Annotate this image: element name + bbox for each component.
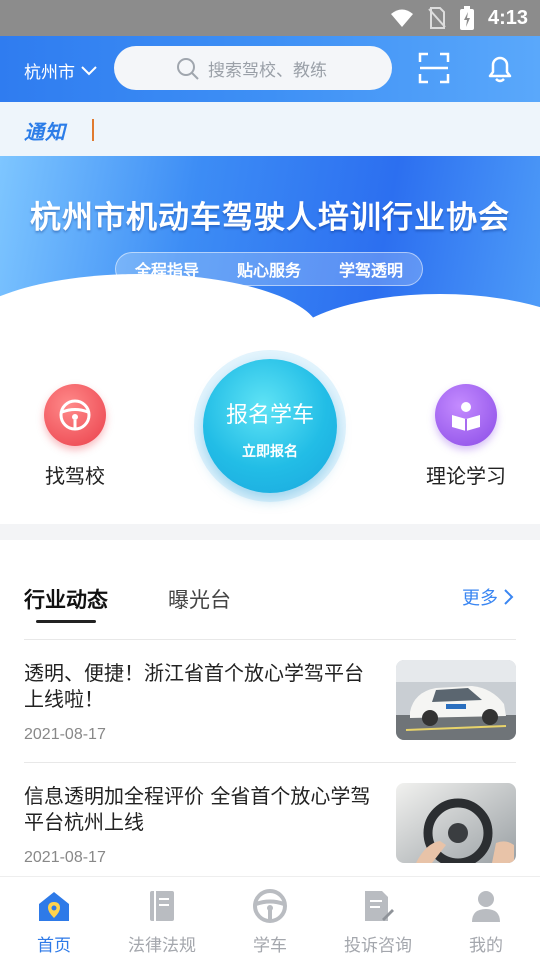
- nav-me-label: 我的: [469, 936, 503, 956]
- bottom-nav: 首页 法律法规 学车 投诉咨询 我的: [0, 876, 540, 960]
- news-title: 信息透明加全程评价 全省首个放心学驾平台杭州上线: [24, 784, 371, 834]
- banner-tag: 贴心服务: [236, 261, 301, 280]
- sim-off-icon: [428, 7, 446, 29]
- find-school-button[interactable]: 找驾校: [30, 384, 120, 489]
- chevron-right-icon: [504, 589, 514, 605]
- battery-charging-icon: [459, 6, 474, 30]
- nav-home-label: 首页: [37, 936, 71, 956]
- news-item[interactable]: 透明、便捷！浙江省首个放心学驾平台上线啦！ 2021-08-17: [24, 660, 516, 770]
- enroll-button[interactable]: 报名学车 立即报名: [194, 350, 346, 502]
- home-icon: [39, 892, 69, 921]
- city-selector[interactable]: 杭州市: [24, 58, 97, 83]
- nav-learn-drive-label: 学车: [253, 936, 287, 956]
- divider: [24, 762, 516, 763]
- banner-wave: [280, 294, 540, 326]
- user-icon: [472, 891, 500, 922]
- nav-complaints[interactable]: 投诉咨询: [324, 887, 432, 956]
- document-edit-icon: [365, 891, 394, 921]
- enroll-label: 报名学车: [225, 403, 314, 428]
- book-icon: [150, 891, 174, 921]
- quick-actions: 找驾校 报名学车 立即报名 理论学习: [0, 326, 540, 524]
- clock: 4:13: [487, 6, 528, 29]
- notice-divider: [92, 119, 94, 141]
- wifi-icon: [390, 9, 413, 27]
- news-date: 2021-08-17: [24, 849, 106, 866]
- theory-study-label: 理论学习: [426, 464, 506, 488]
- news-thumbnail: [396, 783, 516, 863]
- enroll-sub-label: 立即报名: [242, 444, 298, 460]
- search-input[interactable]: 搜索驾校、教练: [114, 46, 392, 90]
- news-thumbnail: [396, 660, 516, 740]
- banner-title: 杭州市机动车驾驶人培训行业协会: [30, 200, 510, 236]
- more-label: 更多: [462, 588, 498, 609]
- tab-indicator: [36, 620, 96, 623]
- nav-laws[interactable]: 法律法规: [108, 887, 216, 956]
- nav-me[interactable]: 我的: [432, 887, 540, 956]
- tab-exposure[interactable]: 曝光台: [168, 584, 231, 614]
- notice-label: 通知: [24, 120, 66, 144]
- banner[interactable]: 杭州市机动车驾驶人培训行业协会 全程指导 贴心服务 学驾透明: [0, 156, 540, 326]
- theory-study-button[interactable]: 理论学习: [420, 384, 512, 489]
- nav-home[interactable]: 首页: [0, 887, 108, 956]
- chevron-down-icon: [81, 65, 97, 75]
- banner-tags: 全程指导 贴心服务 学驾透明: [115, 252, 423, 286]
- nav-learn-drive[interactable]: 学车: [216, 887, 324, 956]
- divider: [24, 639, 516, 640]
- news-title: 透明、便捷！浙江省首个放心学驾平台上线啦！: [24, 661, 364, 711]
- find-school-label: 找驾校: [45, 464, 105, 488]
- steering-wheel-icon: [253, 889, 287, 923]
- news-tabs: 行业动态 曝光台 更多: [0, 540, 540, 640]
- status-bar: 4:13: [0, 0, 540, 36]
- search-placeholder: 搜索驾校、教练: [208, 60, 327, 81]
- nav-laws-label: 法律法规: [128, 936, 196, 956]
- header: 杭州市 搜索驾校、教练: [0, 36, 540, 102]
- scan-icon[interactable]: [418, 52, 450, 84]
- banner-tag: 全程指导: [134, 261, 199, 280]
- more-link[interactable]: 更多: [462, 584, 514, 610]
- search-icon: [177, 58, 199, 80]
- section-divider: [0, 524, 540, 540]
- bell-icon[interactable]: [484, 52, 516, 84]
- news-date: 2021-08-17: [24, 726, 106, 743]
- tab-industry-news[interactable]: 行业动态: [24, 584, 108, 614]
- reading-icon: [435, 384, 497, 446]
- city-label: 杭州市: [24, 63, 75, 83]
- notice-bar[interactable]: 通知: [0, 102, 540, 156]
- banner-tag: 学驾透明: [338, 261, 403, 280]
- nav-complaints-label: 投诉咨询: [344, 936, 412, 956]
- steering-wheel-icon: [44, 384, 106, 446]
